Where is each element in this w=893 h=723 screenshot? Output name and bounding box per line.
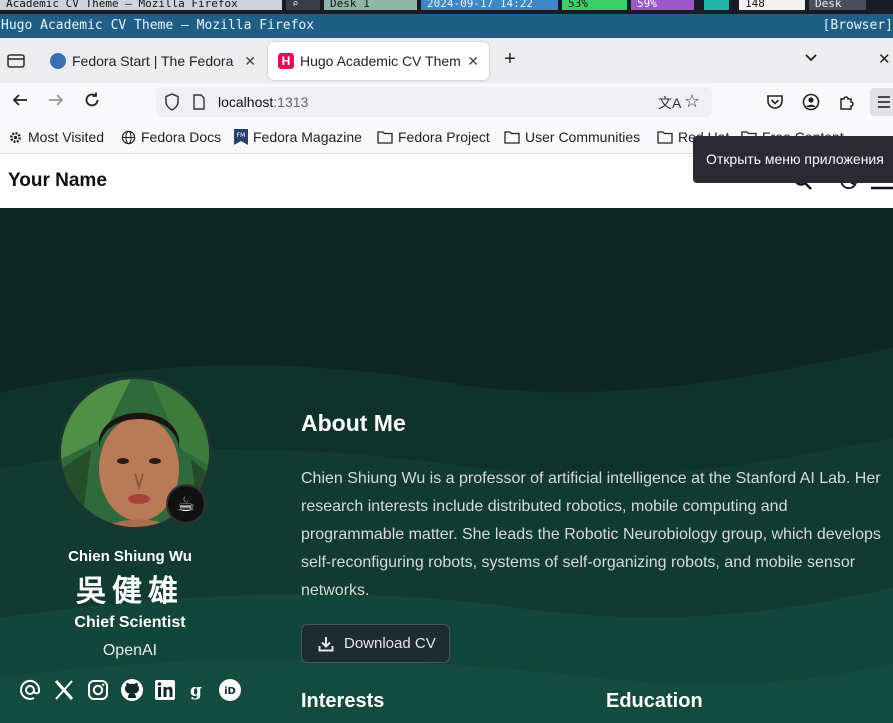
window-close-icon[interactable]: ✕ (878, 50, 891, 68)
url-text[interactable]: localhost:1313 (218, 94, 308, 110)
orcid-icon[interactable]: iD (218, 678, 242, 702)
list-all-tabs-chevron-icon[interactable] (804, 50, 818, 66)
profile-organization[interactable]: OpenAI (0, 642, 260, 660)
profile-role: Chief Scientist (74, 614, 186, 631)
site-brand[interactable]: Your Name (8, 170, 107, 192)
download-icon (318, 636, 334, 652)
bookmark-most-visited[interactable]: Most Visited (8, 129, 104, 145)
tab-label: Hugo Academic CV Theme (300, 53, 462, 69)
folder-icon (504, 130, 520, 144)
bookmark-user-communities[interactable]: User Communities (504, 129, 640, 145)
system-net (704, 0, 729, 10)
instagram-icon[interactable] (86, 678, 110, 702)
tab-hugo-academic[interactable]: H Hugo Academic CV Theme ✕ (268, 42, 489, 80)
fedora-magazine-icon: FM (234, 129, 248, 145)
svg-text:FM: FM (237, 132, 246, 139)
google-scholar-icon[interactable]: g (184, 678, 208, 702)
system-window-label[interactable]: Academic CV Theme — Mozilla Firefox (0, 0, 282, 10)
profile-name-cjk: 吳健雄 (76, 574, 184, 609)
about-text: Chien Shiung Wu is a professor of artifi… (301, 470, 881, 599)
system-mem: 59% (631, 0, 694, 10)
url-port: :1313 (273, 94, 309, 110)
bookmark-star-icon[interactable]: ☆ (684, 91, 700, 112)
window-title-bar: Hugo Academic CV Theme — Mozilla Firefox… (0, 14, 893, 38)
tab-fedora-start[interactable]: Fedora Start | The Fedora ✕ (40, 42, 266, 80)
fedora-favicon-icon (50, 53, 66, 69)
translate-icon[interactable]: 文A (658, 93, 681, 113)
back-arrow-icon[interactable] (9, 91, 31, 113)
hero-section: ☕ Chien Shiung Wu 吳健雄 Chief Scientist Op… (0, 208, 893, 723)
extensions-puzzle-icon[interactable] (837, 92, 857, 112)
gear-icon (8, 130, 23, 145)
svg-text:g: g (190, 681, 202, 701)
folder-icon (657, 130, 673, 144)
window-title-right: [Browser] (822, 18, 893, 33)
reload-icon[interactable] (81, 91, 103, 113)
bookmark-fedora-project[interactable]: Fedora Project (377, 129, 490, 145)
system-clock: 2024-09-17 14:22 (421, 0, 558, 10)
new-tab-button[interactable]: + (498, 48, 522, 72)
screen: Academic CV Theme — Mozilla Firefox ⌕ De… (0, 0, 893, 723)
url-host: localhost (218, 94, 274, 110)
account-icon[interactable] (801, 92, 821, 112)
education-heading: Education (606, 690, 703, 712)
nav-bar: localhost:1313 文A ☆ (0, 83, 893, 121)
window-title: Hugo Academic CV Theme — Mozilla Firefox (1, 18, 315, 33)
pocket-icon[interactable] (765, 92, 785, 112)
bookmark-fedora-docs[interactable]: Fedora Docs (121, 129, 221, 145)
interests-heading: Interests (301, 690, 385, 712)
shield-icon[interactable] (164, 93, 180, 116)
system-desk-indicator[interactable]: Desk 1 (324, 0, 417, 10)
url-bar[interactable]: localhost:1313 文A ☆ (156, 87, 712, 117)
svg-text:iD: iD (224, 686, 236, 697)
app-menu-button[interactable] (870, 88, 893, 116)
hamburger-icon (878, 96, 890, 108)
firefox-view-icon (7, 54, 25, 68)
folder-icon (377, 130, 393, 144)
system-desk-name[interactable]: Desk (809, 0, 866, 10)
system-search-icon[interactable]: ⌕ (286, 0, 320, 10)
download-cv-label: Download CV (344, 635, 436, 652)
status-emoji-coffee-icon: ☕ (166, 484, 206, 524)
linkedin-icon[interactable] (153, 678, 177, 702)
github-icon[interactable] (120, 678, 144, 702)
system-cpu: 53% (562, 0, 627, 10)
bookmark-label: User Communities (525, 129, 641, 145)
tab-label: Fedora Start | The Fedora (72, 53, 234, 69)
about-title: About Me (301, 410, 406, 436)
email-icon[interactable] (18, 678, 42, 702)
system-battery: 148 (739, 0, 805, 10)
app-menu-tooltip: Открыть меню приложения (693, 136, 893, 183)
x-icon[interactable] (52, 678, 76, 702)
download-cv-button[interactable]: Download CV (301, 624, 450, 663)
page-info-icon[interactable] (192, 94, 206, 115)
bookmark-fedora-magazine[interactable]: FM Fedora Magazine (234, 129, 362, 145)
tab-close-icon[interactable]: ✕ (467, 53, 479, 70)
profile-name: Chien Shiung Wu (68, 548, 192, 565)
bookmark-label: Most Visited (28, 129, 104, 145)
globe-icon (121, 130, 136, 145)
tab-strip: Fedora Start | The Fedora ✕ H Hugo Acade… (0, 38, 893, 83)
hugo-favicon-icon: H (278, 53, 294, 69)
forward-arrow-icon[interactable] (45, 91, 67, 113)
firefox-view-button[interactable] (4, 49, 28, 73)
bookmark-label: Fedora Docs (141, 129, 222, 145)
bookmark-label: Fedora Project (398, 129, 490, 145)
tab-close-icon[interactable]: ✕ (244, 53, 256, 70)
system-bar: Academic CV Theme — Mozilla Firefox ⌕ De… (0, 0, 893, 14)
bookmark-label: Fedora Magazine (253, 129, 362, 145)
